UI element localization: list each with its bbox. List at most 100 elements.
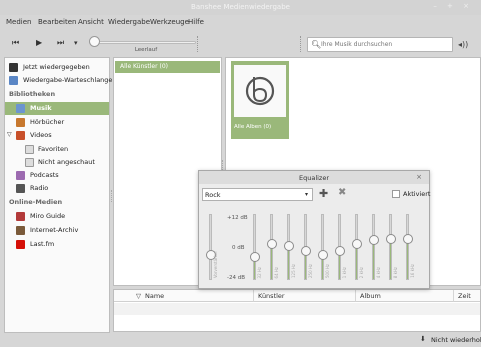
db-label-low: -24 dB [227, 275, 245, 281]
close-icon[interactable]: × [416, 173, 422, 181]
sidebar-item-queue[interactable]: Wiedergabe-Warteschlange [5, 74, 113, 87]
menu-ansicht[interactable]: Ansicht [78, 18, 104, 26]
slider-fill [407, 239, 408, 279]
column-header-time[interactable]: Zeit [454, 290, 480, 302]
slider-handle[interactable] [318, 250, 328, 260]
seek-slider[interactable] [96, 41, 196, 44]
sidebar-item-lastfm[interactable]: Last.fm [5, 238, 109, 251]
sidebar-item-favorites[interactable]: Favoriten [5, 143, 109, 156]
search-input[interactable] [321, 39, 449, 50]
slider-fill [271, 244, 272, 279]
podcast-icon [16, 171, 25, 180]
band-slider[interactable]: 500 Hz [318, 214, 330, 282]
band-slider[interactable]: 4 kHz [369, 214, 381, 282]
remove-preset-button[interactable]: ✖ [338, 187, 346, 198]
audiobook-icon [16, 118, 25, 127]
sidebar-item-radio[interactable]: Radio [5, 182, 109, 195]
slider-handle[interactable] [267, 239, 277, 249]
repeat-mode-button[interactable]: Nicht wiederholen [431, 336, 481, 344]
column-header-album[interactable]: Album [356, 290, 454, 302]
band-slider[interactable]: 125 Hz [284, 214, 296, 282]
slider-handle[interactable] [250, 252, 260, 262]
band-slider[interactable]: 2 kHz [352, 214, 364, 282]
band-slider[interactable]: 32 Hz [250, 214, 262, 282]
album-tile-all[interactable]: Alle Alben (0) [231, 61, 289, 139]
band-label: 4 kHz [376, 266, 381, 278]
band-slider[interactable]: 1 kHz [335, 214, 347, 282]
column-header-label: Künstler [258, 292, 285, 300]
volume-icon[interactable]: ◂)) [458, 40, 468, 49]
online-media-heading: Online-Medien [9, 198, 63, 206]
slider-handle[interactable] [301, 246, 311, 256]
band-label: Vorverstärker [213, 250, 218, 278]
playback-status: Leerlauf [134, 47, 158, 53]
toolbar-separator [197, 36, 198, 52]
sidebar-item-label: Wiedergabe-Warteschlange [23, 76, 113, 84]
now-playing-icon [9, 63, 18, 72]
smart-playlist-icon [25, 145, 34, 154]
window-controls[interactable]: – + × [433, 2, 473, 10]
slider-fill [373, 240, 374, 279]
chevron-down-icon[interactable]: ▾ [305, 191, 308, 198]
sidebar-item-videos[interactable]: ▽ Videos [5, 129, 109, 142]
sidebar-item-podcasts[interactable]: Podcasts [5, 169, 109, 182]
album-tile-caption: Alle Alben (0) [234, 124, 272, 130]
menu-bar: Medien Bearbeiten Ansicht Wiedergabe Wer… [0, 15, 481, 30]
enabled-checkbox[interactable] [392, 190, 400, 198]
menu-wiedergabe[interactable]: Wiedergabe [108, 18, 150, 26]
sort-arrow-icon: ▽ [136, 292, 141, 300]
window-title: Banshee Medienwiedergabe [191, 3, 290, 11]
slider-handle[interactable] [352, 239, 362, 249]
slider-handle[interactable] [403, 234, 413, 244]
column-header-name[interactable]: ▽ Name [114, 290, 254, 302]
band-label: 250 Hz [308, 263, 313, 278]
slider-handle[interactable] [284, 241, 294, 251]
band-slider[interactable]: 16 kHz [403, 214, 415, 282]
previous-icon[interactable]: ⏮ [12, 38, 19, 48]
next-icon[interactable]: ⏭ [57, 38, 64, 48]
preset-combo[interactable]: Rock ▾ [202, 188, 313, 201]
table-row [114, 303, 480, 315]
sidebar-item-unwatched[interactable]: Nicht angeschaut [5, 156, 109, 169]
playlist-icon [9, 76, 18, 85]
db-label-high: +12 dB [227, 215, 248, 221]
artist-row-all[interactable]: Alle Künstler (0) [115, 61, 220, 73]
expander-arrow-icon[interactable]: ▽ [7, 131, 12, 138]
sidebar-item-now-playing[interactable]: Jetzt wiedergegeben [5, 61, 109, 74]
menu-hilfe[interactable]: Hilfe [188, 18, 204, 26]
band-label: 1 kHz [342, 266, 347, 278]
sidebar-item-label: Favoriten [38, 145, 69, 153]
column-header-artist[interactable]: Künstler [254, 290, 356, 302]
add-preset-button[interactable]: ✚ [319, 187, 328, 200]
lastfm-icon [16, 240, 25, 249]
slider-fill [390, 239, 391, 279]
sidebar-item-label: Jetzt wiedergegeben [23, 63, 90, 71]
preamp-slider[interactable]: Vorverstärker [206, 214, 218, 282]
sidebar-item-audiobooks[interactable]: Hörbücher [5, 116, 109, 129]
menu-medien[interactable]: Medien [6, 18, 31, 26]
band-slider[interactable]: 8 kHz [386, 214, 398, 282]
equalizer-title-bar: Equalizer × [199, 171, 429, 184]
sidebar-item-label: Last.fm [30, 240, 55, 248]
equalizer-dialog: Equalizer × Rock ▾ ✚ ✖ Aktiviert +12 dB … [198, 170, 430, 289]
seek-handle[interactable] [89, 36, 100, 47]
slider-handle[interactable] [369, 235, 379, 245]
repeat-icon[interactable]: ⬇ [420, 335, 426, 343]
sidebar-item-label: Radio [30, 184, 49, 192]
preset-value: Rock [205, 191, 221, 199]
menu-werkzeuge[interactable]: Werkzeuge [150, 18, 189, 26]
menu-bearbeiten[interactable]: Bearbeiten [38, 18, 76, 26]
slider-fill [356, 244, 357, 279]
playback-menu-chevron-icon[interactable]: ▾ [74, 39, 78, 47]
band-label: 125 Hz [291, 263, 296, 278]
sidebar-item-miro[interactable]: Miro Guide [5, 210, 109, 223]
play-icon[interactable]: ▶ [36, 38, 42, 47]
band-slider[interactable]: 250 Hz [301, 214, 313, 282]
sidebar-item-archive[interactable]: Internet-Archiv [5, 224, 109, 237]
slider-handle[interactable] [335, 246, 345, 256]
band-slider[interactable]: 64 Hz [267, 214, 279, 282]
search-box[interactable]: 🔍︎ [307, 37, 453, 52]
sidebar-item-music[interactable]: Musik [5, 102, 109, 115]
slider-handle[interactable] [386, 234, 396, 244]
title-bar: Banshee Medienwiedergabe – + × [0, 0, 481, 15]
